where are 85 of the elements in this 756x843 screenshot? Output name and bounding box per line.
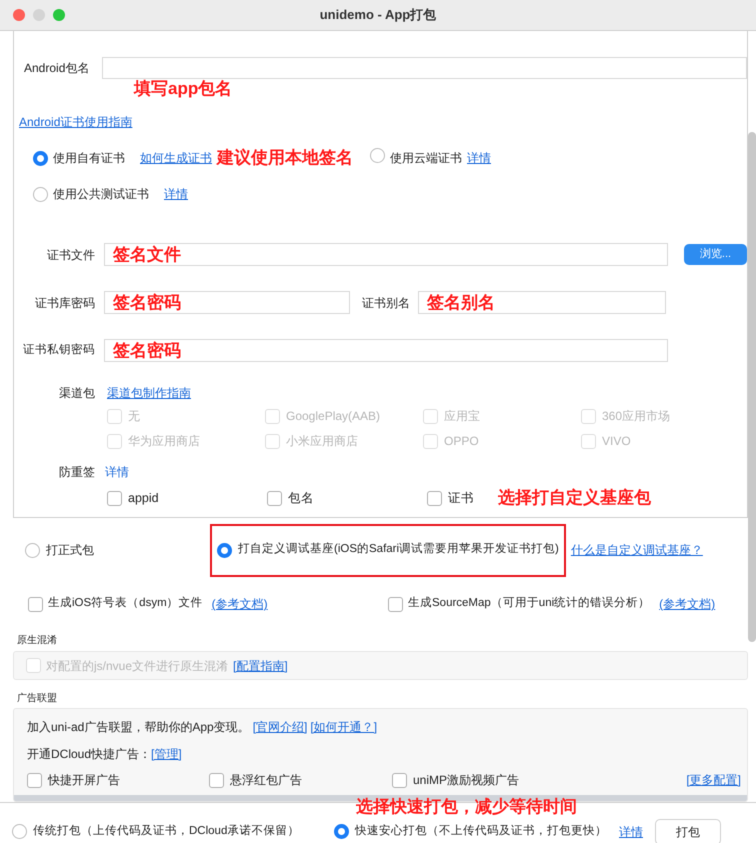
help-link[interactable]: 如何生成证书 xyxy=(140,151,212,165)
annotation-text: 建议使用本地签名 xyxy=(217,147,353,170)
checkbox[interactable] xyxy=(267,490,282,506)
text-field[interactable] xyxy=(102,57,747,79)
help-link[interactable]: Android证书使用指南 xyxy=(19,115,132,129)
field-label: 无 xyxy=(128,408,140,425)
field-label: 生成SourceMap（可用于uni统计的错误分析） xyxy=(408,596,650,612)
radio-selected[interactable] xyxy=(334,824,349,839)
field-label: 使用自有证书 xyxy=(53,150,125,167)
field-label: 使用云端证书 xyxy=(390,150,462,167)
radio-selected[interactable] xyxy=(33,150,48,166)
checkbox[interactable] xyxy=(27,772,42,788)
field-label: 悬浮红包广告 xyxy=(230,772,302,789)
radio-button[interactable] xyxy=(370,148,385,163)
field-label: Android包名 xyxy=(24,60,90,77)
field-label: 开通DCloud快捷广告： xyxy=(27,746,152,763)
field-label: 原生混淆 xyxy=(17,635,57,646)
help-link[interactable]: 详情 xyxy=(164,187,188,201)
field-label: 对配置的js/nvue文件进行原生混淆 xyxy=(46,658,228,674)
annotation-text: 选择打自定义基座包 xyxy=(498,487,651,510)
field-label: 防重签 xyxy=(58,464,96,481)
field-label: 证书别名 xyxy=(362,294,411,312)
field-label: OPPO xyxy=(444,433,479,450)
help-link[interactable]: 详情 xyxy=(105,465,129,479)
text-field[interactable]: 签名密码 xyxy=(104,291,350,314)
field-label: 生成iOS符号表（dsym）文件 xyxy=(48,596,203,612)
checkbox[interactable] xyxy=(107,490,122,506)
help-link[interactable]: 渠道包制作指南 xyxy=(107,386,191,400)
help-link[interactable]: 详情 xyxy=(619,824,643,838)
field-label: 360应用市场 xyxy=(602,408,670,425)
option-label: 打自定义调试基座(iOS的Safari调试需要用苹果开发证书打包) xyxy=(238,541,559,558)
help-link[interactable]: (参考文档) xyxy=(212,597,268,611)
field-label: 小米应用商店 xyxy=(286,433,358,450)
field-label: 打正式包 xyxy=(46,542,94,559)
help-link[interactable]: [更多配置] xyxy=(686,773,741,787)
annotation-text: 签名别名 xyxy=(427,292,495,314)
close-icon[interactable] xyxy=(13,9,25,21)
field-label: 包名 xyxy=(288,490,314,507)
field-label: 证书文件 xyxy=(46,246,96,264)
field-label: 证书 xyxy=(448,490,474,507)
help-link[interactable]: 什么是自定义调试基座？ xyxy=(570,543,703,557)
checkbox[interactable] xyxy=(28,596,43,612)
radio-button[interactable] xyxy=(33,186,48,202)
field-label: 快速安心打包（不上传代码及证书，打包更快） xyxy=(355,823,607,839)
field-label: 证书库密码 xyxy=(34,294,96,312)
help-link[interactable]: [如何开通？] xyxy=(310,718,378,736)
help-link[interactable]: [管理] xyxy=(151,745,182,763)
text-field[interactable]: 签名文件 xyxy=(104,243,668,266)
field-label: 华为应用商店 xyxy=(128,433,200,450)
field-label: 应用宝 xyxy=(444,408,480,425)
field-label: 加入uni-ad广告联盟，帮助你的App变现。 xyxy=(27,719,250,736)
checkbox[interactable] xyxy=(392,772,407,788)
radio-selected[interactable] xyxy=(217,542,232,558)
field-label: VIVO xyxy=(602,433,631,450)
radio-button[interactable] xyxy=(12,824,27,839)
field-label: uniMP激励视频广告 xyxy=(413,772,520,789)
maximize-icon[interactable] xyxy=(53,9,65,21)
field-label: 使用公共测试证书 xyxy=(53,186,149,203)
browse-button[interactable]: 浏览... xyxy=(684,244,747,265)
field-label: 渠道包 xyxy=(58,385,96,402)
radio-button[interactable] xyxy=(25,542,40,558)
field-label: 证书私钥密码 xyxy=(22,342,96,358)
window-title: unidemo - App打包 xyxy=(320,6,436,24)
checkbox[interactable] xyxy=(209,772,224,788)
help-link[interactable]: (参考文档) xyxy=(659,597,716,611)
annotation-text: 签名文件 xyxy=(113,244,181,266)
text-field[interactable]: 签名密码 xyxy=(104,339,668,362)
field-label: GooglePlay(AAB) xyxy=(286,408,380,425)
build-button[interactable]: 打包 xyxy=(655,818,721,843)
checkbox[interactable] xyxy=(388,596,403,612)
field-label: 广告联盟 xyxy=(17,693,57,704)
checkbox[interactable] xyxy=(427,490,442,506)
annotation-text: 选择快速打包，减少等待时间 xyxy=(356,796,577,818)
field-label: appid xyxy=(128,490,159,507)
help-link[interactable]: [官网介绍] xyxy=(252,718,308,736)
annotation-text: 填写app包名 xyxy=(134,78,232,100)
field-label: 快捷开屏广告 xyxy=(48,772,120,789)
help-link[interactable]: 详情 xyxy=(467,149,491,167)
scrollbar[interactable] xyxy=(748,132,756,642)
text-field[interactable]: 签名别名 xyxy=(418,291,666,314)
field-label: 传统打包（上传代码及证书，DCloud承诺不保留） xyxy=(33,824,300,839)
minimize-icon[interactable] xyxy=(33,9,45,21)
annotation-text: 签名密码 xyxy=(113,292,181,314)
annotation-text: 签名密码 xyxy=(113,340,181,362)
help-link[interactable]: [配置指南] xyxy=(233,656,288,674)
